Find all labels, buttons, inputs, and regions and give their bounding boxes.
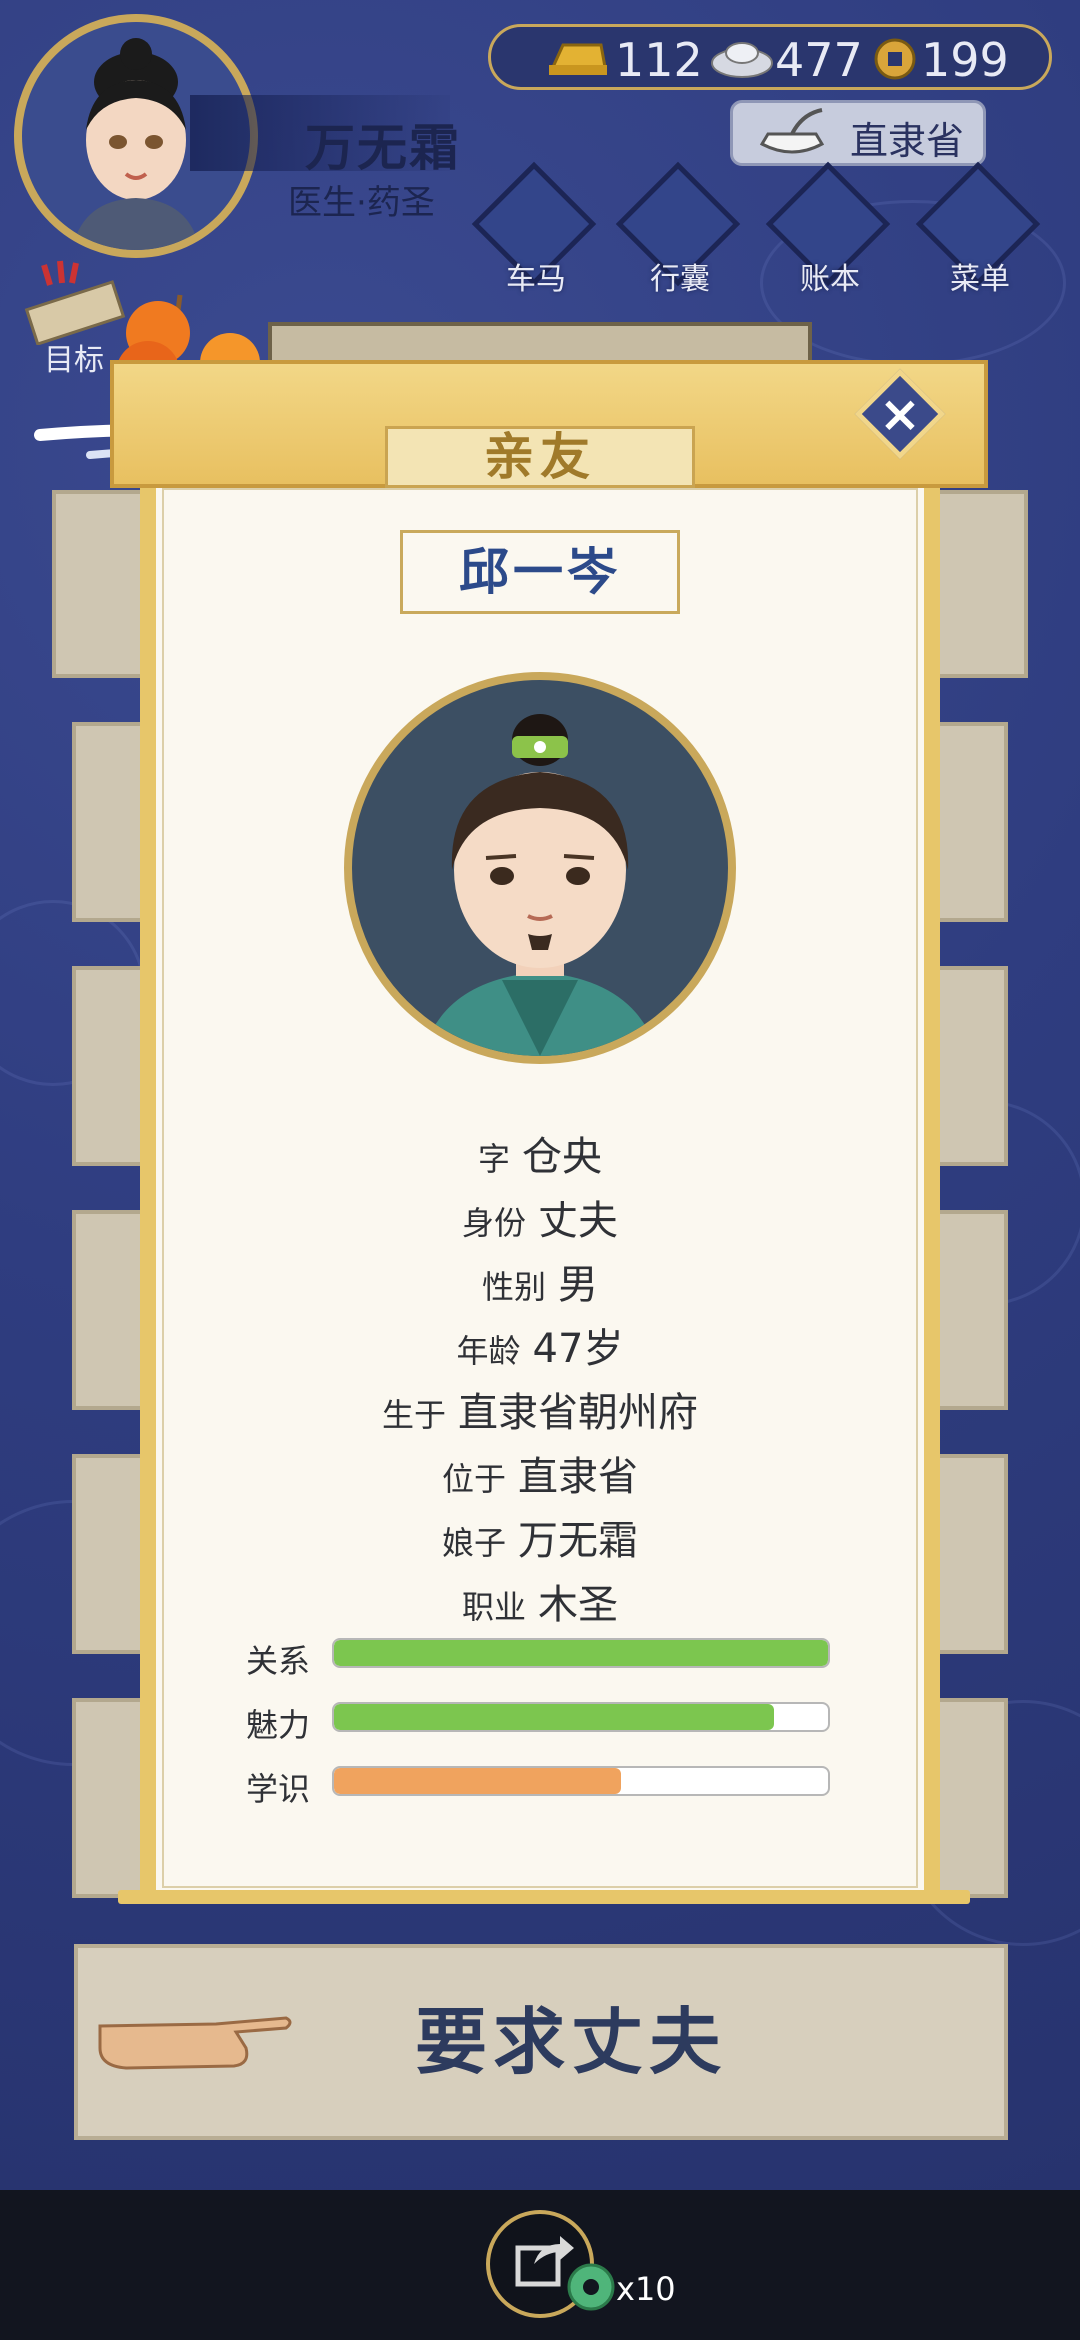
currency-bar: 112 477 199 [488, 24, 1052, 90]
region-label: 直隶省 [850, 119, 965, 163]
stat-bar-charm [332, 1702, 830, 1732]
nav-ledger-button[interactable]: 账本 [765, 161, 891, 297]
nav-cart-button[interactable]: 车马 [471, 161, 597, 297]
coin-amount: 199 [921, 33, 1009, 87]
friend-portrait [344, 672, 736, 1064]
player-name: 万无霜 [305, 119, 461, 177]
request-husband-label[interactable]: 要求丈夫 [74, 1944, 1008, 2140]
info-row-age: 年龄 47岁 [456, 1326, 624, 1372]
panel-title: 亲友 [484, 428, 596, 486]
coin-icon [874, 38, 916, 80]
info-row-courtesy-name: 字仓央 [477, 1134, 602, 1180]
stat-fill [334, 1768, 621, 1794]
friend-name: 邱一岑 [459, 543, 621, 601]
stat-label-charm: 魅力 [246, 1706, 311, 1744]
tea-cup-icon [759, 108, 825, 154]
silver-ingot-icon [711, 42, 773, 78]
info-row-gender: 性别男 [481, 1262, 598, 1308]
player-title: 医生·药圣 [288, 183, 435, 223]
info-row-identity: 身份 丈夫 [461, 1198, 618, 1244]
info-row-location: 位于 直隶省 [441, 1454, 638, 1500]
jade-coin-icon [567, 2263, 615, 2311]
stat-label-knowledge: 学识 [246, 1770, 311, 1808]
stat-bar-relationship [332, 1638, 830, 1668]
stat-bar-knowledge [332, 1766, 830, 1796]
share-count: x10 [616, 2270, 676, 2308]
stat-label-relationship: 关系 [246, 1642, 311, 1680]
panel-bottom-rod [118, 1890, 970, 1904]
nav-bag-button[interactable]: 行囊 [615, 161, 741, 297]
stat-fill [334, 1704, 774, 1730]
info-row-wife: 娘子 万无霜 [441, 1518, 638, 1564]
nav-menu-button[interactable]: 菜单 [915, 161, 1041, 297]
info-row-occupation: 职业 木圣 [461, 1582, 618, 1628]
close-icon[interactable]: × [868, 382, 932, 446]
gold-ingot-icon [549, 43, 607, 75]
silver-amount: 477 [775, 33, 863, 87]
stat-fill [334, 1640, 828, 1666]
gold-amount: 112 [615, 33, 703, 87]
info-row-birthplace: 生于 直隶省朝州府 [381, 1390, 698, 1436]
